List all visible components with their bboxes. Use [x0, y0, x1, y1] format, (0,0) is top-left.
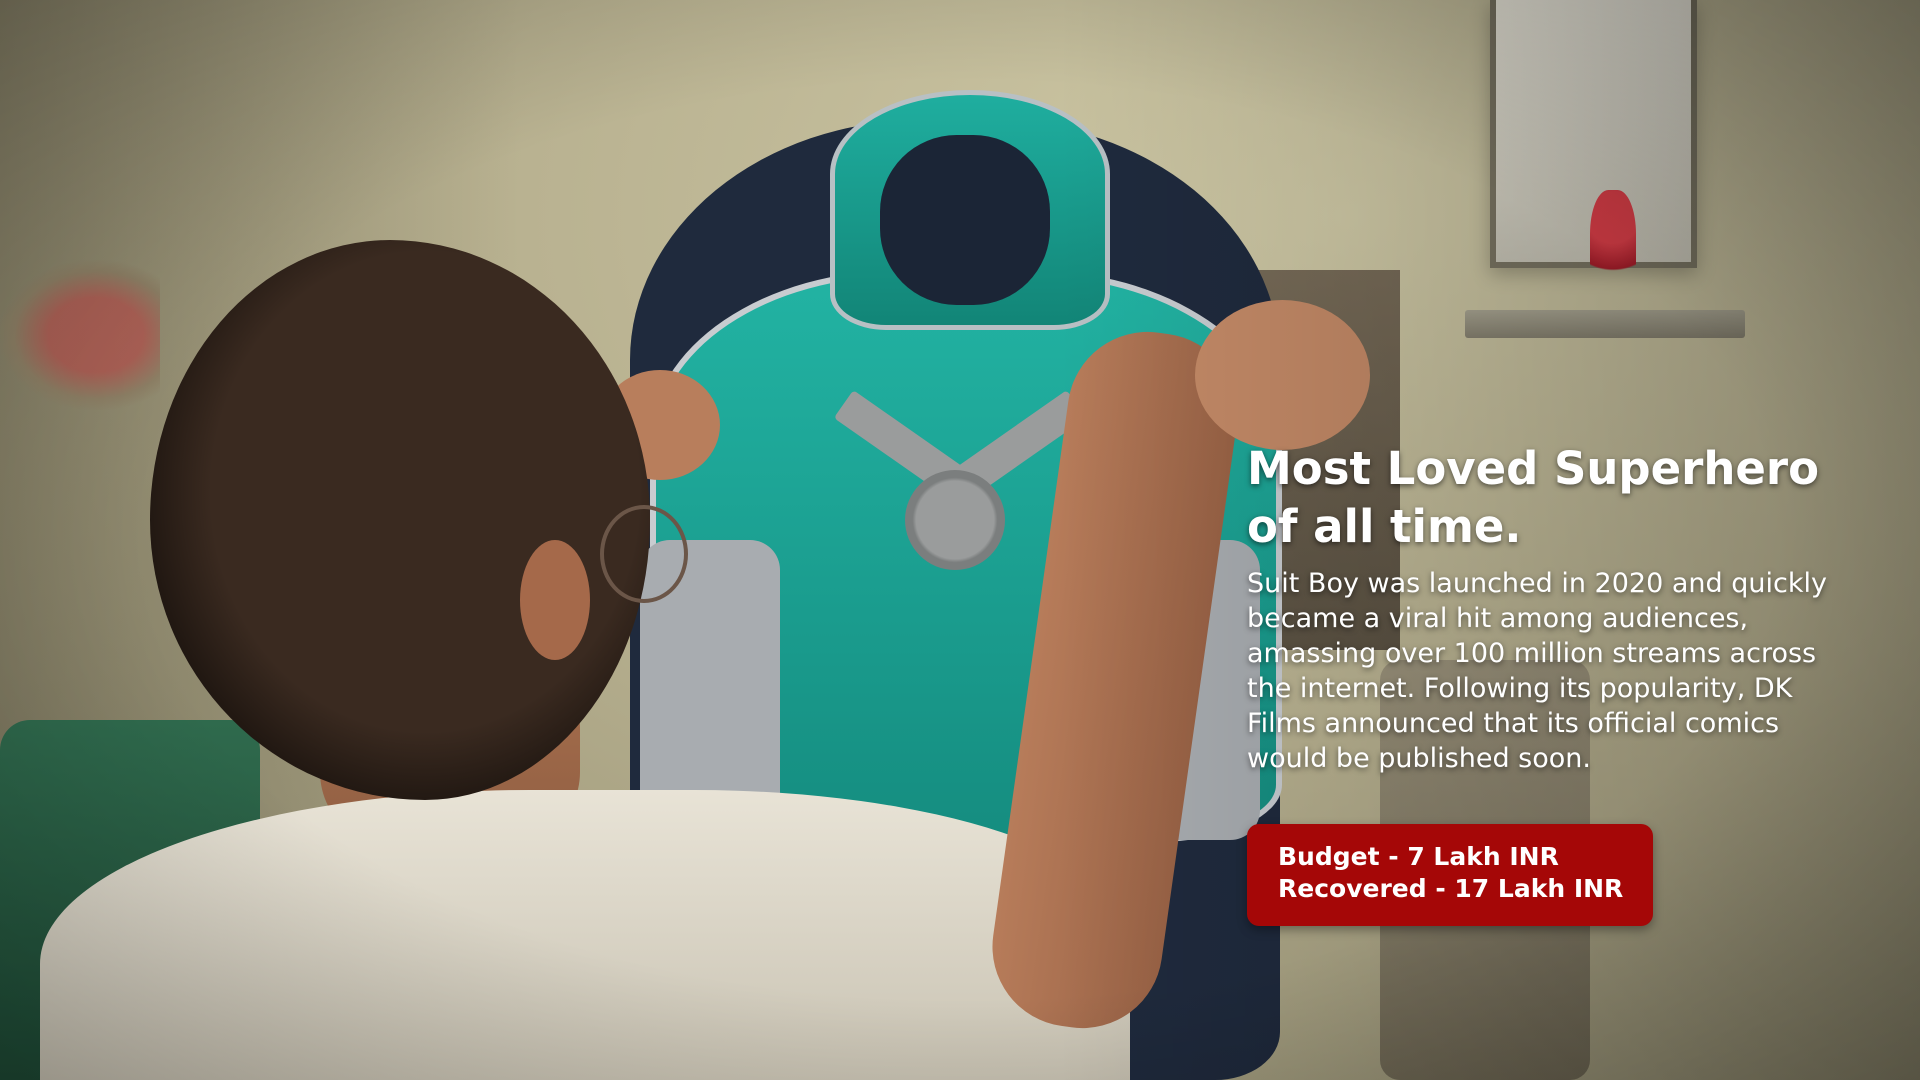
person-ear: [520, 540, 590, 660]
suit-collar-inner: [880, 135, 1050, 305]
description-text: Suit Boy was launched in 2020 and quickl…: [1247, 568, 1827, 774]
person-shirt: [40, 790, 1130, 1080]
wall-shelf: [1465, 310, 1745, 338]
recovered-text: Recovered - 17 Lakh INR: [1278, 874, 1624, 903]
headline: Most Loved Superhero of all time.: [1247, 442, 1820, 553]
text-overlay: Most Loved Superhero of all time. Suit B…: [1247, 440, 1847, 776]
suit-emblem: [905, 470, 1005, 570]
person-hand-right: [1195, 300, 1370, 450]
budget-badge: Budget - 7 Lakh INR Recovered - 17 Lakh …: [1247, 824, 1653, 926]
person-glasses: [600, 505, 688, 603]
wall-decoration: [0, 260, 160, 410]
budget-text: Budget - 7 Lakh INR: [1278, 842, 1559, 871]
figurine: [1590, 190, 1636, 300]
